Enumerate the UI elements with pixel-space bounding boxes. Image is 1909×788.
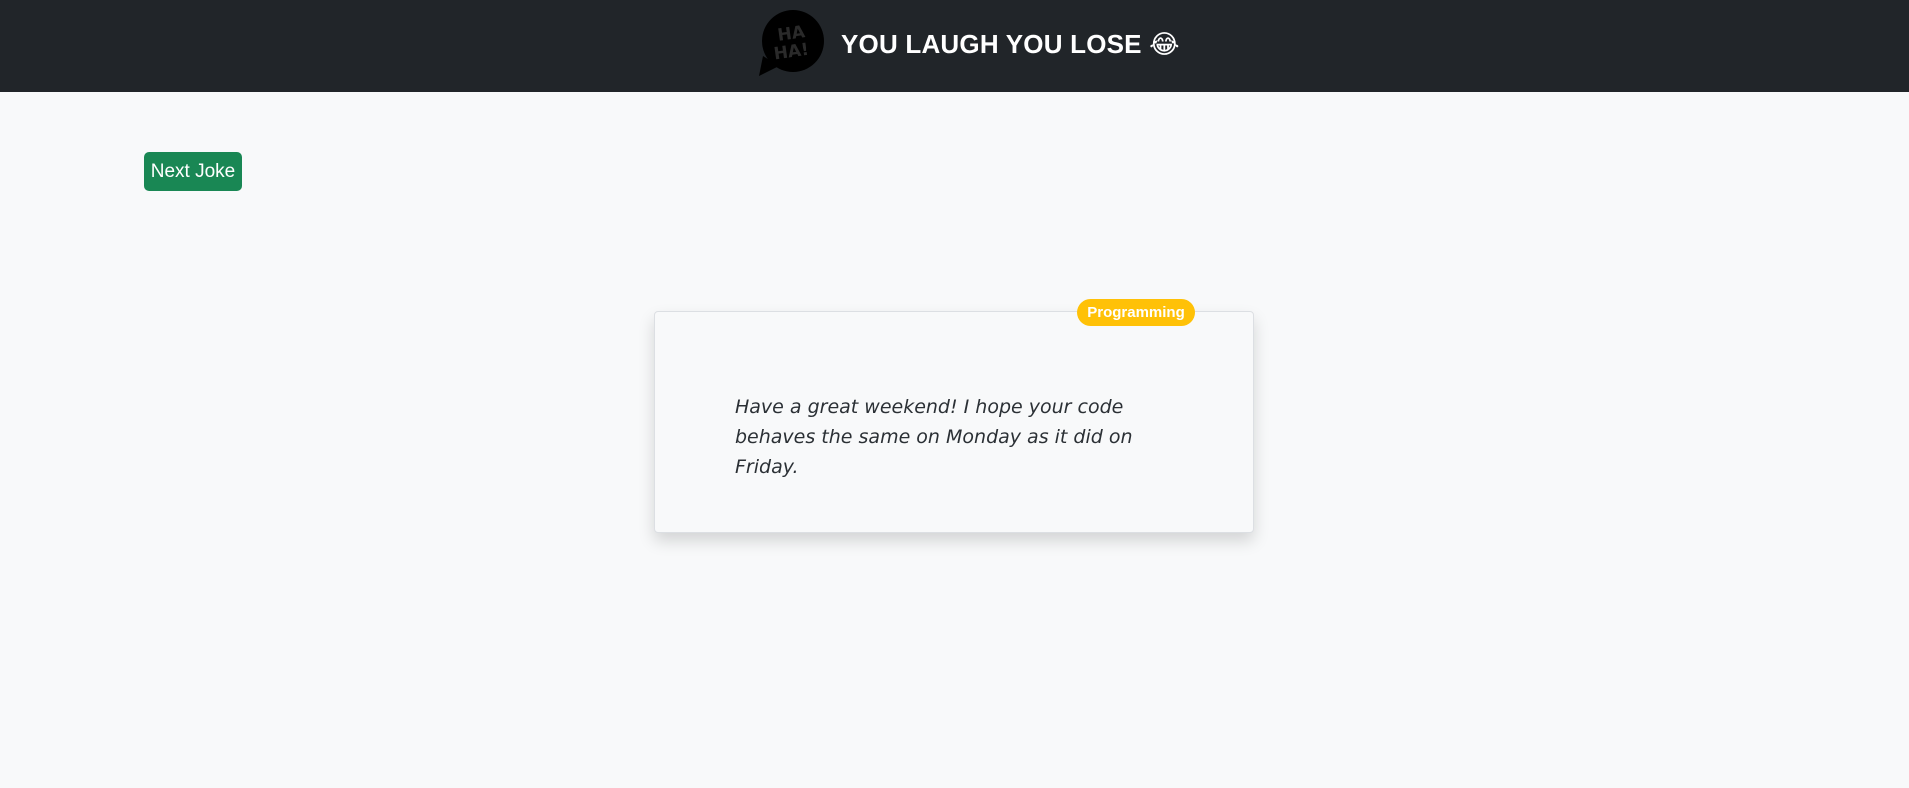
joke-card: Have a great weekend! I hope your code b… — [654, 311, 1254, 533]
category-badge: Programming — [1077, 299, 1195, 326]
joke-text: Have a great weekend! I hope your code b… — [735, 396, 1133, 478]
top-navbar: HA HA! YOU LAUGH YOU LOSE 😂 — [0, 0, 1909, 92]
next-joke-button[interactable]: Next Joke — [144, 152, 242, 191]
brand: HA HA! YOU LAUGH YOU LOSE 😂 — [757, 10, 1180, 78]
app-title: YOU LAUGH YOU LOSE 😂 — [841, 28, 1180, 59]
haha-speech-bubble-icon: HA HA! — [759, 10, 824, 76]
